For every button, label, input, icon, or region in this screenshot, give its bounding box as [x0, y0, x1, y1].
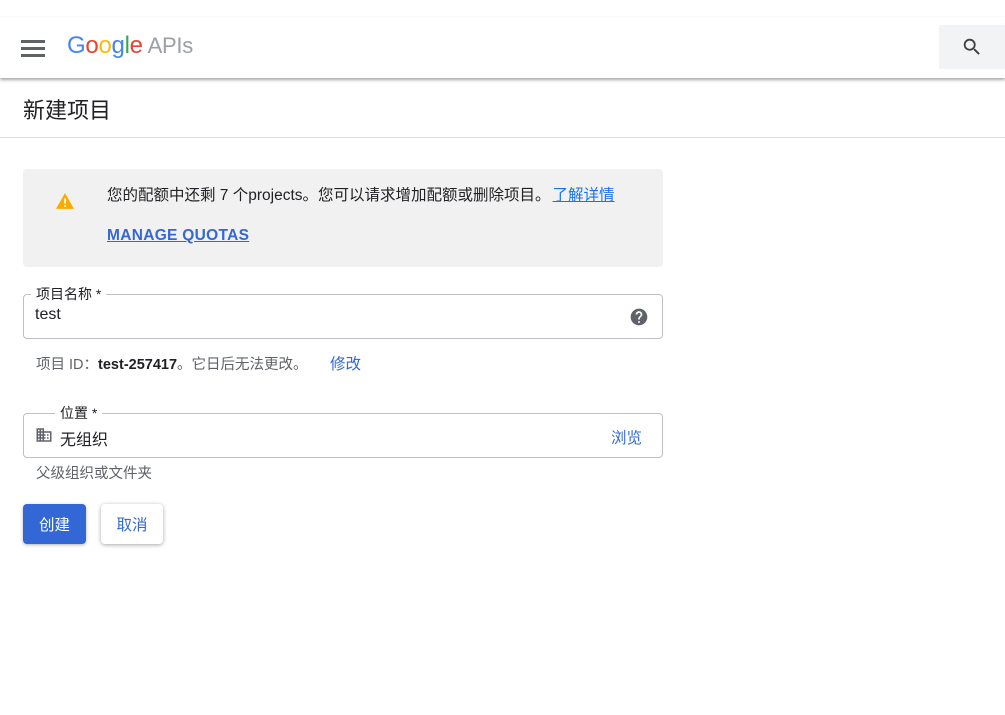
project-id-prefix: 项目 ID： — [36, 357, 99, 373]
logo-apis-text: APIs — [147, 33, 194, 58]
project-id-line: 项目 ID：test-257417。它日后无法更改。 — [36, 353, 308, 374]
learn-more-link[interactable]: 了解详情 — [553, 187, 615, 204]
project-id-suffix: 。它日后无法更改。 — [177, 357, 308, 373]
top-app-bar: Google APIs — [0, 17, 1005, 78]
manage-quotas-link[interactable]: MANAGE QUOTAS — [107, 227, 249, 245]
project-name-field[interactable]: 项目名称 * — [23, 285, 663, 339]
building-icon — [36, 428, 52, 442]
search-button[interactable] — [939, 25, 1005, 69]
browse-button[interactable]: 浏览 — [611, 426, 642, 448]
warning-icon — [56, 193, 74, 209]
quota-notice: 您的配额中还剩 7 个projects。您可以请求增加配额或删除项目。 了解详情 … — [23, 169, 663, 267]
logo-letter-o1: o — [85, 32, 99, 59]
project-name-input[interactable] — [35, 306, 615, 324]
cancel-button[interactable]: 取消 — [101, 504, 163, 544]
logo-letter-g1: G — [67, 32, 86, 59]
page-title: 新建项目 — [23, 98, 112, 123]
quota-message: 您的配额中还剩 7 个projects。您可以请求增加配额或删除项目。 了解详情 — [107, 183, 615, 205]
location-helper-text: 父级组织或文件夹 — [36, 466, 152, 482]
quota-message-text: 您的配额中还剩 7 个projects。您可以请求增加配额或删除项目。 — [107, 187, 551, 204]
location-value: 无组织 — [60, 432, 109, 449]
edit-project-id-link[interactable]: 修改 — [330, 352, 361, 374]
project-id-value: test-257417 — [98, 357, 178, 373]
menu-icon[interactable] — [21, 39, 45, 57]
header-divider — [0, 137, 1005, 138]
logo-letter-g2: g — [111, 32, 125, 59]
google-apis-logo[interactable]: Google APIs — [67, 31, 193, 61]
search-icon — [963, 38, 980, 55]
project-name-label: 项目名称 * — [31, 285, 107, 303]
location-label: 位置 * — [55, 404, 103, 422]
create-button[interactable]: 创建 — [23, 504, 86, 544]
logo-letter-o2: o — [98, 32, 112, 59]
location-field[interactable]: 位置 * 无组织 浏览 — [23, 404, 663, 458]
logo-letter-e: e — [129, 32, 143, 59]
help-icon[interactable] — [629, 307, 649, 327]
